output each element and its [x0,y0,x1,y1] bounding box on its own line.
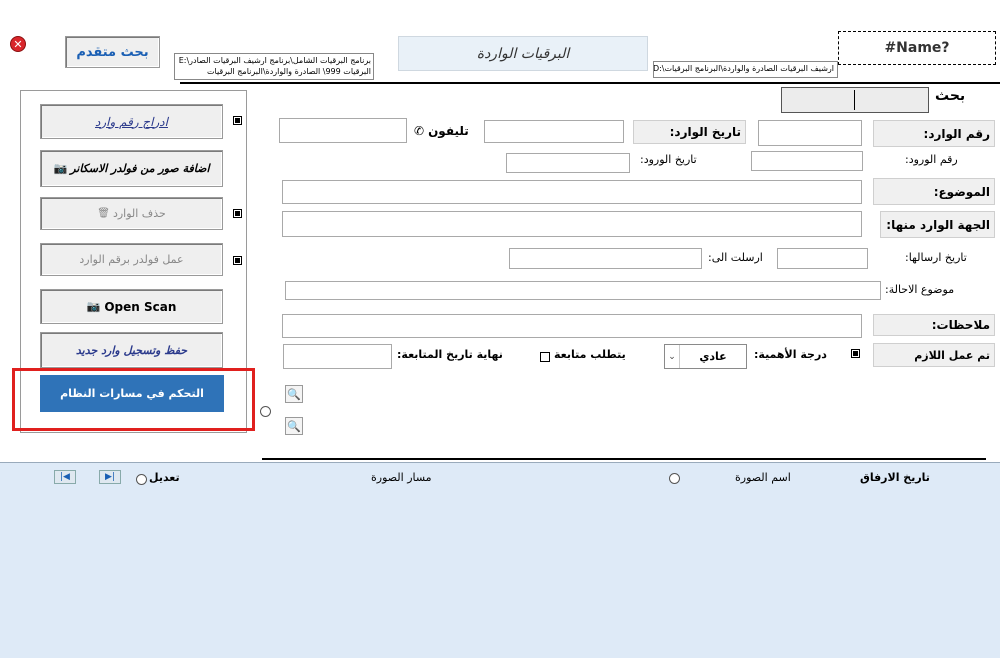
search-button-2[interactable]: 🔍 [285,417,303,435]
sent-to-input[interactable] [509,248,702,269]
notes-label: ملاحظات: [873,314,995,336]
section-title-text: البرقيات الواردة [476,45,570,62]
referral-subject-input[interactable] [285,281,881,300]
sent-to-label: ارسلت الى: [708,251,763,264]
phone-icon: ✆ [414,124,425,138]
close-icon: ✕ [13,37,23,51]
close-button[interactable]: ✕ [10,36,26,52]
open-scan-button[interactable]: 📷 Open Scan [40,289,223,324]
camera-icon: 📷 [53,162,68,175]
system-paths-button[interactable]: التحكم في مسارات النظام [40,375,224,412]
arrival-date-label: تاريخ الورود: [640,153,697,166]
path-box-right: ارشيف البرقيات الصادرة والواردة\البرنامج… [653,61,838,78]
importance-select[interactable]: ⌄ عادي [664,344,747,369]
advanced-search-button[interactable]: بحث متقدم [65,36,160,68]
skip-first-icon: |◀ [60,472,70,482]
record-selector-2[interactable] [233,209,242,218]
name-error-field: #Name? [838,31,996,65]
arrival-date-input[interactable] [506,153,630,173]
camera-icon: 📷 [86,300,101,313]
followup-label: يتطلب متابعة [554,348,626,361]
incoming-date-label: تاريخ الوارد: [633,120,746,144]
add-scanner-images-button[interactable]: اضافة صور من فولدر الاسكانر 📷 [40,150,223,187]
subject-label: الموضوع: [873,178,995,205]
done-checkbox[interactable] [851,349,860,358]
top-divider [180,82,1000,84]
referral-subject-label: موضوع الاحالة: [885,283,955,296]
make-folder-button[interactable]: عمل فولدر برقم الوارد [40,243,223,276]
search-button-1[interactable]: 🔍 [285,385,303,403]
image-name-radio[interactable] [669,473,680,484]
attach-date-header: تاريخ الارفاق [860,471,930,484]
attachments-subform [0,462,1000,658]
form-divider [262,458,986,460]
sent-date-label: تاريخ ارسالها: [905,251,967,264]
followup-checkbox[interactable] [540,352,550,362]
next-record-button[interactable]: ▶| [99,470,121,484]
save-new-incoming-button[interactable]: حفظ وتسجيل وارد جديد [40,332,223,368]
delete-incoming-button[interactable]: حذف الوارد 🗑 [40,197,223,230]
sender-label: الجهة الوارد منها: [880,211,995,238]
phone-input[interactable] [279,118,407,143]
search-label: بحث [935,88,966,104]
arrival-number-input[interactable] [751,151,863,171]
sent-date-input[interactable] [777,248,868,269]
done-label: تم عمل اللازم [873,343,995,367]
record-selector-3[interactable] [233,256,242,265]
path-left-text: برنامج البرقيات الشامل\برنامج ارشيف البر… [178,56,371,65]
incoming-date-input[interactable] [484,120,624,143]
radio-option[interactable] [260,406,271,417]
magnifier-icon: 🔍 [287,387,301,401]
image-path-header: مسار الصورة [371,471,432,484]
record-selector-1[interactable] [233,116,242,125]
image-name-header: اسم الصورة [735,471,791,484]
arrival-number-label: رقم الورود: [905,153,958,166]
incoming-number-label: رقم الوارد: [873,120,995,147]
importance-value: عادي [699,350,727,363]
followup-end-label: نهاية تاريخ المتابعة: [397,348,503,361]
magnifier-icon: 🔍 [287,419,301,433]
path-left-text-2: البرقيات 999\ الصادرة والواردة\البرنامج … [207,67,371,76]
section-title: البرقيات الواردة [398,36,648,71]
phone-label: تليفون ✆ [414,124,469,138]
trash-icon: 🗑 [97,208,110,219]
sender-input[interactable] [282,211,862,237]
incoming-number-input[interactable] [758,120,862,146]
followup-end-input[interactable] [283,344,392,369]
insert-incoming-number-button[interactable]: ادراج رقم وارد [40,104,223,139]
chevron-down-icon: ⌄ [668,351,676,362]
edit-radio[interactable] [136,474,147,485]
importance-label: درجة الأهمية: [754,348,827,361]
importance-dropdown-button[interactable]: ⌄ [665,345,680,368]
first-record-button[interactable]: |◀ [54,470,76,484]
search-input[interactable] [781,87,929,113]
notes-input[interactable] [282,314,862,338]
path-box-left: برنامج البرقيات الشامل\برنامج ارشيف البر… [174,53,374,80]
edit-header: تعديل [149,471,180,484]
skip-next-icon: ▶| [105,472,115,482]
subject-input[interactable] [282,180,862,204]
